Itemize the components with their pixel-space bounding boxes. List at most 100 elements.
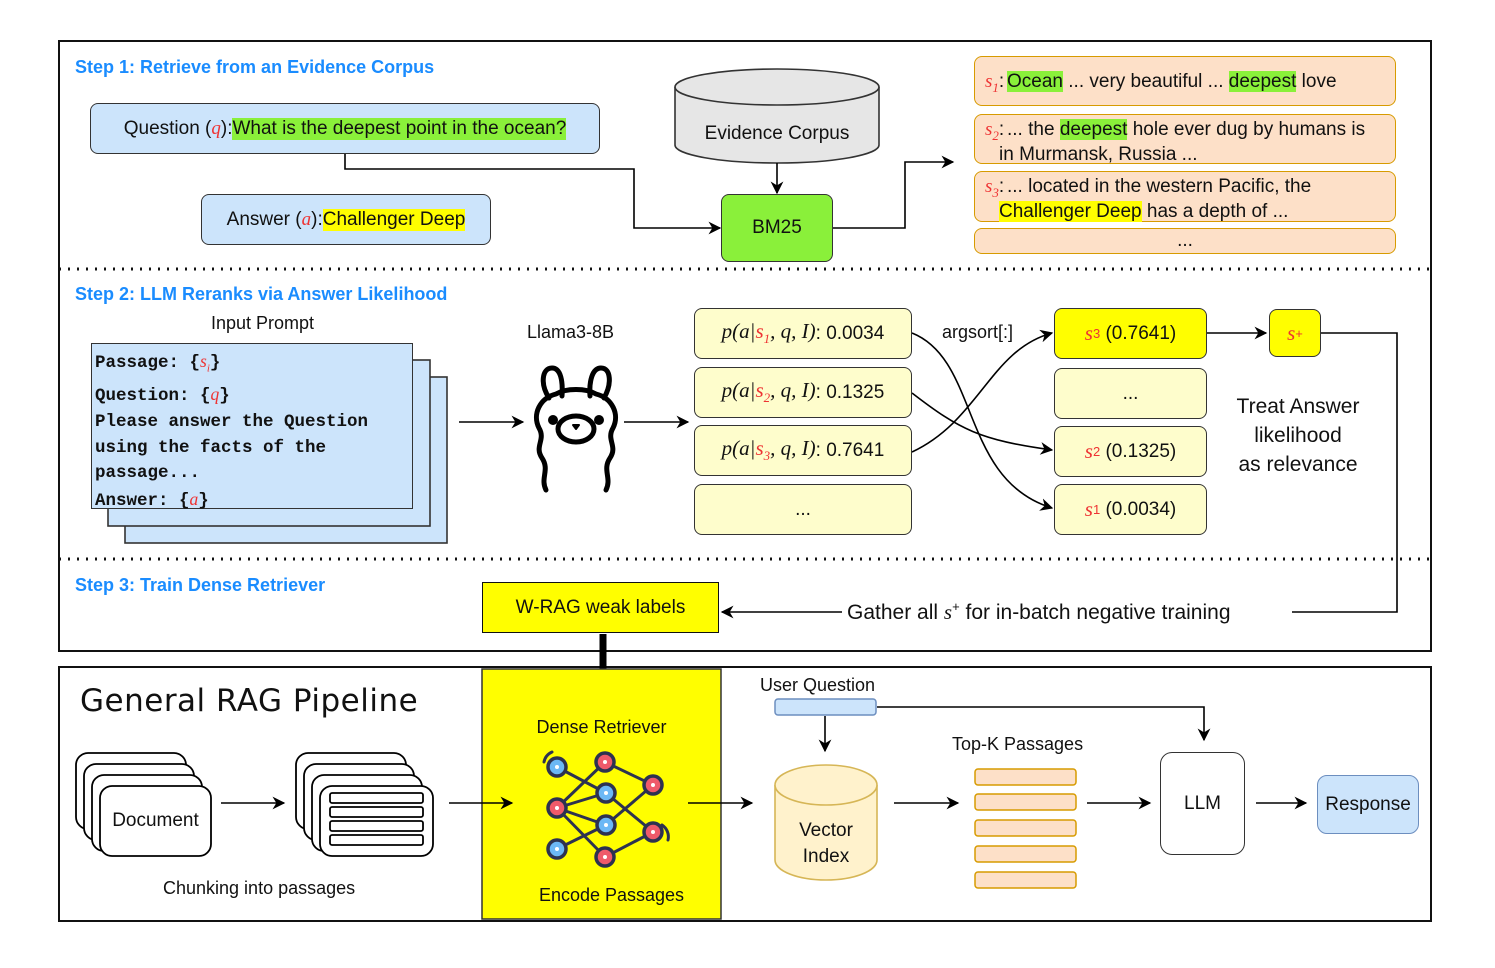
- document-stack-icon: [75, 752, 212, 857]
- step1-title: Step 1: Retrieve from an Evidence Corpus: [75, 57, 435, 77]
- gather-var: s: [943, 600, 953, 624]
- step2-title: Step 2: LLM Reranks via Answer Likelihoo…: [75, 284, 448, 304]
- weak-labels-text: W-RAG weak labels: [515, 596, 686, 618]
- prompt-line: using the facts of the: [95, 437, 327, 458]
- relevance-note-line-2: likelihood: [1254, 424, 1342, 447]
- bm25-to-passages-connector: [833, 155, 955, 229]
- likelihood-box: p(a|s2, q, I): 0.1325: [694, 367, 912, 418]
- user-question-label: User Question: [760, 675, 876, 695]
- dense-retriever-title: Dense Retriever: [536, 717, 667, 737]
- llama-icon: [533, 365, 619, 493]
- ranked-passage: s1 (0.0034): [1054, 484, 1207, 535]
- prompt-line: passage...: [95, 463, 201, 484]
- prompt-variable: s: [200, 351, 207, 371]
- passage-text: ... the deepest hole ever dug by humans …: [999, 119, 1365, 165]
- likelihood-expression: p(a|s2, q, I): [721, 378, 816, 406]
- topk-label: Top-K Passages: [952, 734, 1084, 754]
- vector-index-line-2: Index: [802, 846, 850, 867]
- passage-text: Ocean ... very beautiful ... deepest lov…: [1007, 71, 1337, 92]
- passage-segment: has a depth of ...: [1141, 201, 1289, 222]
- relevance-note: Treat Answer likelihood as relevance: [1212, 392, 1384, 479]
- document-label: Document: [112, 810, 199, 831]
- answer-var: a: [301, 208, 312, 230]
- response-label: Response: [1325, 793, 1411, 815]
- prompt-line: Answer: {a}: [95, 489, 209, 512]
- topk-passages-stack: [974, 768, 1077, 889]
- prompt-line: Question: {q}: [95, 384, 230, 407]
- ranked-passage: s2 (0.1325): [1054, 426, 1207, 477]
- passage-id: s1:: [985, 71, 1005, 95]
- bm25-box: BM25: [721, 194, 833, 262]
- gather-sup: +: [952, 599, 960, 614]
- prompt-line: Passage: {si}: [95, 351, 221, 375]
- question-text: What is the deepest point in the ocean?: [232, 117, 567, 140]
- vector-index-label: Vector Index: [775, 818, 877, 870]
- passage-segment: ... very beautiful ...: [1062, 71, 1229, 92]
- prompt-variable: a: [189, 489, 199, 510]
- passage-id: s3:: [985, 176, 1005, 200]
- evidence-corpus-cylinder: [674, 68, 880, 164]
- question-suffix: ):: [220, 117, 233, 139]
- likelihood-more-text: ...: [795, 498, 811, 520]
- ranked-score: (0.0034): [1105, 498, 1177, 520]
- vector-index-line-1: Vector: [799, 820, 853, 841]
- passage-segment: love: [1296, 71, 1337, 92]
- question-box: Question (q): What is the deepest point …: [90, 103, 600, 154]
- prompt-variable: q: [210, 384, 220, 405]
- likelihood-more: ...: [694, 484, 912, 535]
- user-question-bar: [774, 698, 877, 716]
- ranked-score: (0.1325): [1105, 440, 1177, 462]
- prompt-text: Passage: {si} Question: {q} Please answer …: [95, 349, 412, 515]
- passage-segment: ... located in the western Pacific, the: [1007, 176, 1312, 197]
- gather-suffix: for in-batch negative training: [959, 601, 1231, 624]
- positive-var: s: [1287, 320, 1296, 345]
- argsort-label: argsort[:]: [942, 322, 1014, 342]
- prompt-line: Please answer the Question: [95, 411, 369, 432]
- llm-box: LLM: [1160, 752, 1245, 855]
- pipeline-title: General RAG Pipeline: [80, 683, 419, 719]
- encode-passages-caption: Encode Passages: [538, 885, 685, 905]
- question-var: q: [211, 117, 221, 139]
- rerank-arrow-s3: [911, 329, 1054, 453]
- likelihood-value: : 0.7641: [815, 439, 885, 461]
- weak-labels-box: W-RAG weak labels: [482, 582, 719, 633]
- likelihood-expression: p(a|s3, q, I): [721, 436, 816, 464]
- likelihood-value: : 0.0034: [815, 322, 885, 344]
- passage-text: ... located in the western Pacific, the …: [999, 176, 1311, 222]
- positive-sup: +: [1295, 325, 1303, 341]
- ranked-passage-id: s: [1084, 497, 1093, 521]
- positive-sample-box: s +: [1269, 309, 1321, 357]
- ranked-top-passage: s3 (0.7641): [1054, 308, 1207, 359]
- relevance-note-line-1: Treat Answer: [1236, 395, 1360, 418]
- passage-more: ...: [974, 228, 1396, 254]
- likelihood-expression: p(a|s1, q, I): [721, 319, 816, 347]
- gather-label: Gather all s+ for in-batch negative trai…: [845, 599, 1233, 625]
- rerank-arrow-s1: [911, 332, 1054, 511]
- answer-box: Answer (a): Challenger Deep: [201, 194, 491, 245]
- likelihood-value: : 0.1325: [815, 381, 885, 403]
- ranked-passage: ...: [1054, 368, 1207, 419]
- retrieved-passage: s2: ... the deepest hole ever dug by hum…: [974, 114, 1396, 165]
- retrieved-passage: s1: Ocean ... very beautiful ... deepest …: [974, 56, 1396, 106]
- prompt-box: Passage: {si} Question: {q} Please answer …: [91, 343, 413, 511]
- retrieved-passage: s3: ... located in the western Pacific, …: [974, 171, 1396, 222]
- answer-suffix: ):: [311, 208, 323, 230]
- passage-segment: ... the: [1007, 119, 1060, 140]
- passage-id: s2:: [985, 119, 1005, 143]
- input-prompt-heading: Input Prompt: [211, 313, 315, 333]
- response-box: Response: [1317, 775, 1419, 834]
- gather-prefix: Gather all: [847, 601, 944, 624]
- highlighted-term: deepest: [1059, 119, 1128, 140]
- highlighted-term: Ocean: [1007, 71, 1063, 92]
- evidence-corpus-label: Evidence Corpus: [704, 123, 850, 144]
- ranked-passage-id: s: [1084, 439, 1093, 463]
- chunked-passages-icon: [295, 752, 434, 857]
- passage-more-text: ...: [1177, 230, 1193, 251]
- likelihood-box: p(a|s1, q, I): 0.0034: [694, 308, 912, 359]
- highlighted-term: Challenger Deep: [999, 201, 1142, 222]
- highlighted-term: deepest: [1228, 71, 1297, 92]
- chunking-label: Chunking into passages: [163, 878, 356, 898]
- bm25-label: BM25: [752, 217, 802, 238]
- llm-label: LLM: [1184, 792, 1221, 814]
- answer-text: Challenger Deep: [322, 208, 466, 231]
